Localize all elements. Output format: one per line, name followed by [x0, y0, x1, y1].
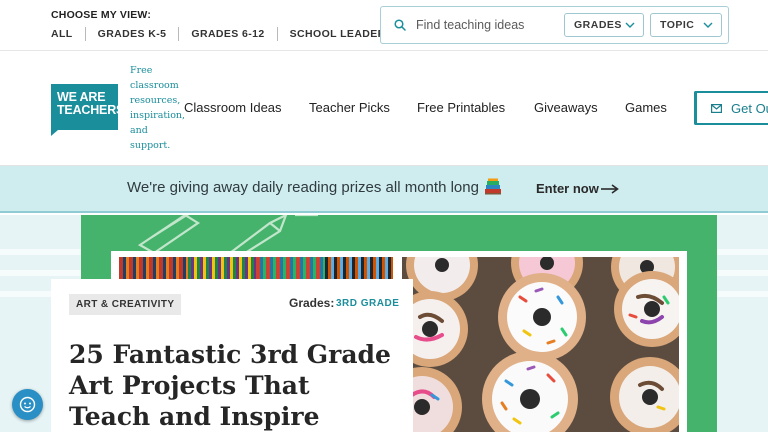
topic-filter-label: TOPIC [660, 19, 695, 31]
arrow-right-icon[interactable] [600, 184, 619, 194]
search-input[interactable] [416, 16, 556, 34]
promo-text: We're giving away daily reading prizes a… [127, 179, 479, 196]
utility-bar: CHOOSE MY VIEW: ALL GRADES K-5 GRADES 6-… [0, 0, 768, 51]
category-badge[interactable]: ART & CREATIVITY [69, 294, 182, 315]
topic-filter-dropdown[interactable]: TOPIC [650, 13, 722, 37]
search-icon[interactable] [394, 19, 406, 31]
logo-tail [51, 130, 58, 136]
logo-line-2: TEACHERS [57, 103, 125, 117]
envelope-icon [711, 103, 722, 113]
site-tagline: Free classroom resources, inspiration, a… [130, 65, 186, 151]
grades-filter-label: GRADES [574, 19, 622, 31]
donut-craft-photo [402, 257, 679, 432]
newsletter-button[interactable]: Get Our Newsletter [694, 91, 768, 125]
nav-games[interactable]: Games [625, 100, 667, 115]
chevron-down-icon [703, 22, 713, 28]
books-icon [485, 178, 501, 195]
help-chat-button[interactable] [12, 389, 43, 420]
view-link-grades-6-12[interactable]: GRADES 6-12 [191, 28, 264, 40]
article-card[interactable]: ART & CREATIVITY Grades: 3RD GRADE 25 Fa… [51, 279, 413, 432]
nav-free-printables[interactable]: Free Printables [417, 100, 505, 115]
grades-filter-dropdown[interactable]: GRADES [564, 13, 644, 37]
enter-now-link[interactable]: Enter now [536, 181, 599, 196]
art-projects-photo [119, 257, 393, 279]
article-title[interactable]: 25 Fantastic 3rd Grade Art Projects That… [69, 339, 399, 432]
grades-meta-label: Grades: [289, 296, 335, 310]
divider [84, 27, 86, 41]
divider [276, 27, 278, 41]
art-tile [324, 257, 393, 279]
chevron-down-icon [625, 22, 635, 28]
newsletter-button-label: Get Our Newsletter [731, 100, 768, 116]
art-tile [256, 257, 325, 279]
art-tile [119, 257, 188, 279]
view-link-school-leaders[interactable]: SCHOOL LEADERS [290, 28, 393, 40]
site-logo[interactable]: WE ARE TEACHERS [51, 84, 125, 130]
view-link-all[interactable]: ALL [51, 28, 73, 40]
site-header: WE ARE TEACHERS Free classroom resources… [0, 51, 768, 166]
promo-banner[interactable]: We're giving away daily reading prizes a… [0, 166, 768, 213]
grade-view-links: ALL GRADES K-5 GRADES 6-12 SCHOOL LEADER… [51, 27, 393, 41]
pencil-illustration [137, 215, 318, 253]
choose-view-label: CHOOSE MY VIEW: [51, 9, 152, 21]
nav-giveaways[interactable]: Giveaways [534, 100, 598, 115]
art-tile [187, 257, 256, 279]
nav-classroom-ideas[interactable]: Classroom Ideas [184, 100, 282, 115]
chat-bubble-icon [19, 396, 36, 413]
divider [178, 27, 180, 41]
grade-link[interactable]: 3RD GRADE [336, 298, 399, 309]
nav-teacher-picks[interactable]: Teacher Picks [309, 100, 390, 115]
search-bar: GRADES TOPIC [380, 6, 729, 44]
view-link-grades-k5[interactable]: GRADES K-5 [98, 28, 167, 40]
